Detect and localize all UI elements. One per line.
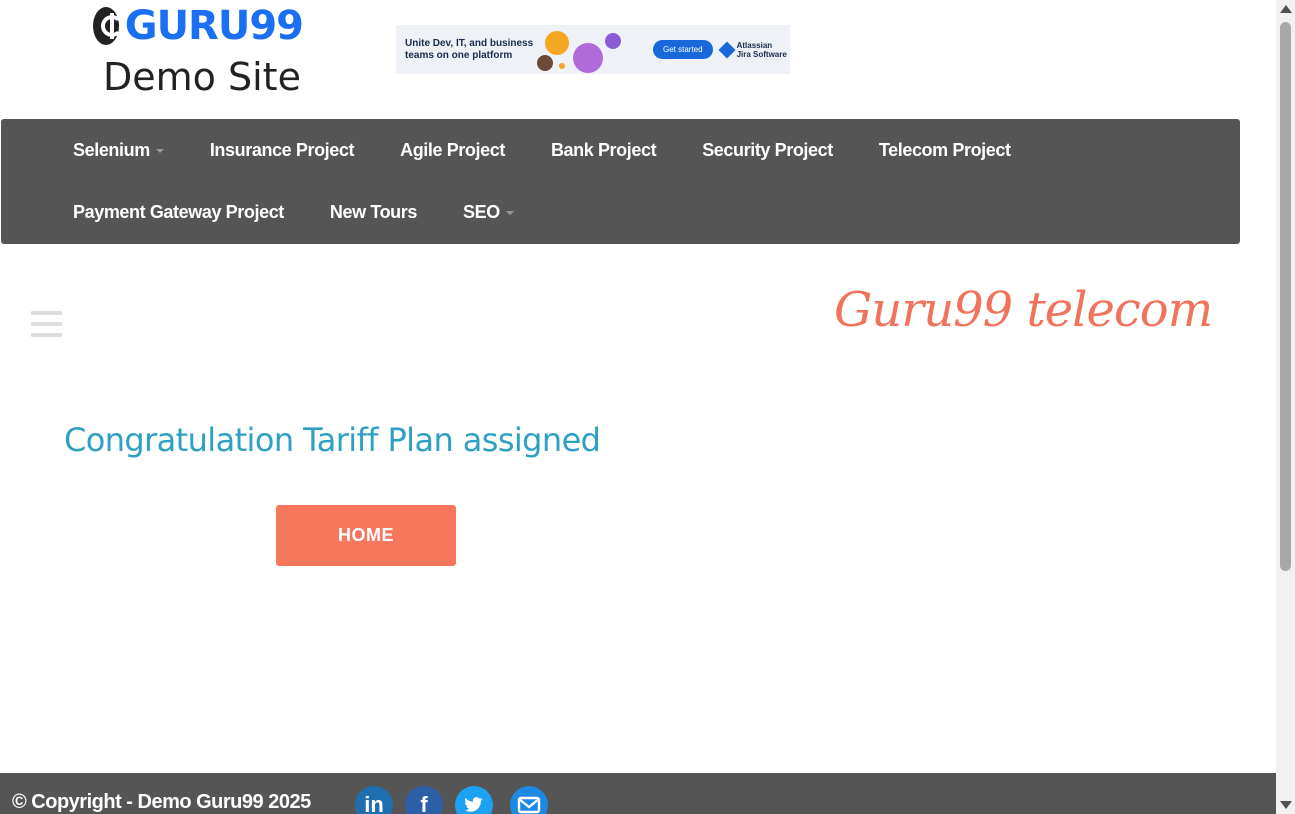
ad-get-started-button[interactable]: Get started <box>653 40 713 59</box>
logo-subtitle: Demo Site <box>103 55 301 99</box>
nav-item-telecom-project[interactable]: Telecom Project <box>879 119 1011 181</box>
nav-item-payment-gateway-project[interactable]: Payment Gateway Project <box>73 181 284 243</box>
nav-item-insurance-project[interactable]: Insurance Project <box>210 119 355 181</box>
nav-row-2: Payment Gateway Project New Tours SEO <box>73 181 560 243</box>
jira-logo-icon <box>718 41 736 58</box>
scrollbar-thumb[interactable] <box>1280 22 1291 571</box>
home-button[interactable]: HOME <box>276 505 456 566</box>
telecom-brand-title[interactable]: Guru99 telecom <box>834 282 1213 338</box>
nav-item-new-tours[interactable]: New Tours <box>330 181 417 243</box>
facebook-icon[interactable]: f <box>405 786 443 814</box>
hamburger-menu-icon[interactable] <box>31 311 62 338</box>
scroll-down-arrow-icon[interactable] <box>1280 801 1292 809</box>
nav-item-bank-project[interactable]: Bank Project <box>551 119 657 181</box>
twitter-icon[interactable] <box>455 786 493 814</box>
caret-down-icon <box>155 149 164 154</box>
footer: © Copyright - Demo Guru99 2025 in f <box>0 773 1276 814</box>
ad-copy: Unite Dev, IT, and business teams on one… <box>405 37 534 61</box>
copyright-text: © Copyright - Demo Guru99 2025 <box>12 791 311 813</box>
logo-row: GURU99 <box>93 3 304 49</box>
email-icon[interactable] <box>510 786 548 814</box>
linkedin-icon[interactable]: in <box>355 786 393 814</box>
site-logo[interactable]: GURU99 Demo Site <box>93 3 304 100</box>
ad-banner[interactable]: Unite Dev, IT, and business teams on one… <box>396 25 790 74</box>
success-message: Congratulation Tariff Plan assigned <box>64 421 601 459</box>
nav-item-label: Selenium <box>73 140 150 160</box>
page-scrollbar[interactable] <box>1276 0 1295 814</box>
page: GURU99 Demo Site Unite Dev, IT, and busi… <box>0 0 1276 814</box>
ad-brand-line1: Atlassian <box>736 40 773 50</box>
nav-item-security-project[interactable]: Security Project <box>702 119 833 181</box>
logo-text: GURU99 <box>124 3 304 49</box>
scroll-up-arrow-icon[interactable] <box>1280 5 1292 13</box>
main-nav: Selenium Insurance Project Agile Project… <box>1 119 1240 244</box>
nav-item-agile-project[interactable]: Agile Project <box>400 119 505 181</box>
nav-row-1: Selenium Insurance Project Agile Project… <box>73 119 1057 181</box>
nav-item-label: SEO <box>462 202 500 222</box>
ad-brand-line2: Jira Software <box>736 49 787 59</box>
ad-illustration <box>535 25 635 74</box>
caret-down-icon <box>505 211 514 216</box>
nav-item-seo[interactable]: SEO <box>463 181 514 243</box>
nav-item-selenium[interactable]: Selenium <box>73 119 164 181</box>
ad-brand: Atlassian Jira Software <box>718 40 787 59</box>
guru99-logo-icon <box>93 7 123 45</box>
